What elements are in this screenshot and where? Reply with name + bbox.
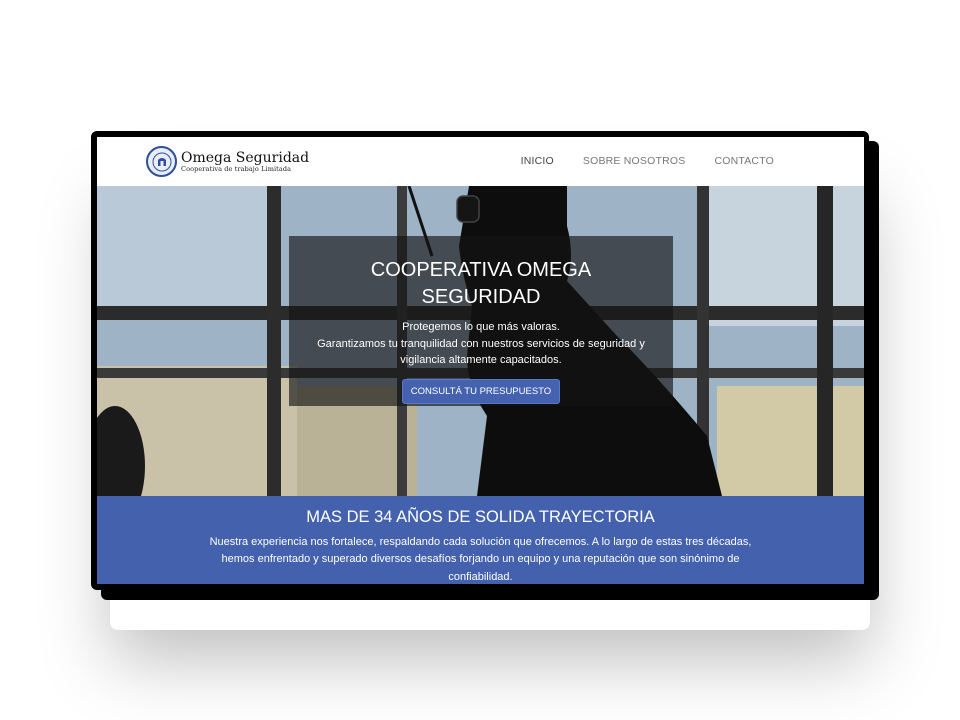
brand-logo[interactable]: Omega Seguridad Cooperativa de trabajo L… [146, 146, 309, 177]
site-header: Omega Seguridad Cooperativa de trabajo L… [97, 137, 864, 186]
hero-line-1: Protegemos lo que más valoras. [402, 321, 560, 333]
nav-item-sobre-nosotros[interactable]: SOBRE NOSOTROS [583, 155, 686, 167]
hero-description: Protegemos lo que más valoras. Garantiza… [299, 319, 663, 369]
hero-title: COOPERATIVA OMEGA SEGURIDAD [370, 259, 592, 308]
brand-text: Omega Seguridad Cooperativa de trabajo L… [181, 151, 309, 173]
experience-section: MAS DE 34 AÑOS DE SOLIDA TRAYECTORIA Nue… [97, 496, 864, 584]
section-text: Nuestra experiencia nos fortalece, respa… [209, 535, 752, 583]
nav-item-contacto[interactable]: CONTACTO [714, 155, 774, 167]
hero-caption-box: COOPERATIVA OMEGA SEGURIDAD Protegemos l… [289, 236, 673, 406]
section-title: MAS DE 34 AÑOS DE SOLIDA TRAYECTORIA [306, 508, 655, 526]
quote-button[interactable]: CONSULTÁ TU PRESUPUESTO [401, 378, 561, 404]
brand-name: Omega Seguridad [181, 149, 310, 166]
hero-banner: COOPERATIVA OMEGA SEGURIDAD Protegemos l… [97, 186, 864, 496]
hero-line-2: Garantizamos tu tranquilidad con nuestro… [317, 337, 645, 367]
brand-tagline: Cooperativa de trabajo Limitada [181, 164, 292, 173]
main-nav: INICIO SOBRE NOSOTROS CONTACTO [521, 155, 774, 167]
shield-emblem-icon [146, 146, 177, 177]
nav-item-inicio[interactable]: INICIO [521, 155, 554, 167]
page-viewport: Omega Seguridad Cooperativa de trabajo L… [97, 137, 864, 584]
